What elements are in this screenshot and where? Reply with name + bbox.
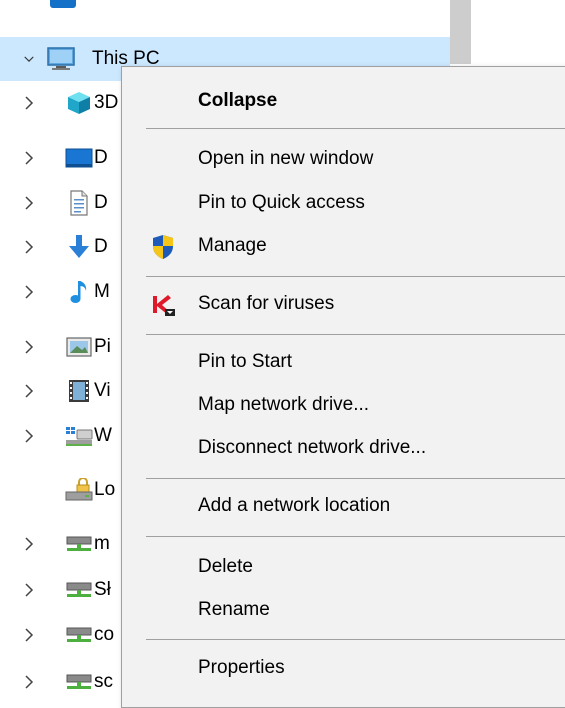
chevron-right-icon[interactable] [24, 95, 34, 111]
chevron-right-icon[interactable] [24, 339, 34, 355]
this-pc-icon [46, 44, 76, 74]
network-drive-icon [64, 421, 94, 451]
tree-item-label: co [94, 624, 115, 645]
pictures-icon [64, 332, 94, 362]
tree-item-label: D [94, 236, 108, 257]
menu-item-label: Scan for viruses [198, 293, 335, 314]
menu-item-delete[interactable]: Delete [122, 545, 565, 589]
desktop-icon [64, 143, 94, 173]
chevron-right-icon[interactable] [24, 239, 34, 255]
menu-item-label: Pin to Start [198, 351, 292, 372]
scrollbar-thumb[interactable] [450, 0, 471, 64]
chevron-right-icon[interactable] [24, 284, 34, 300]
kaspersky-icon [150, 292, 176, 318]
chevron-right-icon[interactable] [24, 627, 34, 643]
menu-item-pin-to-start[interactable]: Pin to Start [122, 340, 565, 384]
menu-separator [146, 478, 565, 479]
menu-item-add-network-location[interactable]: Add a network location [122, 484, 565, 528]
menu-item-label: Pin to Quick access [198, 192, 365, 213]
menu-item-disconnect-network-drive[interactable]: Disconnect network drive... [122, 426, 565, 470]
menu-item-label: Collapse [198, 90, 278, 111]
tree-item-label: W [94, 425, 112, 446]
chevron-right-icon[interactable] [24, 383, 34, 399]
chevron-right-icon[interactable] [24, 150, 34, 166]
downloads-icon [64, 232, 94, 262]
locked-drive-icon [64, 475, 94, 505]
menu-item-label: Map network drive... [198, 394, 370, 415]
menu-item-label: Properties [198, 657, 285, 678]
menu-item-label: Manage [198, 235, 267, 256]
videos-icon [64, 376, 94, 406]
context-menu: Collapse Open in new window Pin to Quick… [121, 66, 565, 708]
menu-item-label: Open in new window [198, 148, 374, 169]
chevron-right-icon[interactable] [24, 428, 34, 444]
menu-item-rename[interactable]: Rename [122, 588, 565, 632]
chevron-right-icon[interactable] [24, 536, 34, 552]
menu-item-properties[interactable]: Properties [122, 646, 565, 690]
menu-separator [146, 276, 565, 277]
tree-item-label: M [94, 281, 110, 302]
previous-tree-item [0, 0, 450, 14]
chevron-down-icon[interactable] [24, 51, 34, 67]
network-share-icon [64, 620, 94, 650]
uac-shield-icon [150, 234, 176, 260]
menu-separator [146, 334, 565, 335]
music-icon [64, 277, 94, 307]
menu-item-label: Disconnect network drive... [198, 437, 427, 458]
menu-item-open-in-new-window[interactable]: Open in new window [122, 137, 565, 181]
tree-item-label: 3D [94, 92, 119, 113]
tree-item-label: m [94, 533, 110, 554]
tree-item-label: sc [94, 671, 113, 692]
menu-item-scan-for-viruses[interactable]: Scan for viruses [122, 282, 565, 326]
tree-item-label: Pi [94, 336, 111, 357]
tree-item-label: D [94, 192, 108, 213]
menu-item-manage[interactable]: Manage [122, 224, 565, 268]
menu-item-label: Rename [198, 599, 270, 620]
tree-item-label: Sł [94, 579, 111, 600]
onedrive-icon [50, 0, 76, 8]
menu-item-label: Delete [198, 556, 253, 577]
menu-separator [146, 536, 565, 537]
tree-item-label: Lo [94, 479, 116, 500]
network-share-icon [64, 529, 94, 559]
tree-item-label: Vi [94, 380, 111, 401]
menu-separator [146, 128, 565, 129]
menu-item-collapse[interactable]: Collapse [122, 79, 565, 123]
menu-item-pin-to-quick-access[interactable]: Pin to Quick access [122, 181, 565, 225]
network-share-icon [64, 575, 94, 605]
menu-item-map-network-drive[interactable]: Map network drive... [122, 383, 565, 427]
tree-item-label: D [94, 147, 108, 168]
network-share-icon [64, 667, 94, 697]
3d-objects-icon [64, 88, 94, 118]
menu-item-label: Add a network location [198, 495, 391, 516]
documents-icon [64, 188, 94, 218]
chevron-right-icon[interactable] [24, 674, 34, 690]
chevron-right-icon[interactable] [24, 195, 34, 211]
menu-separator [146, 639, 565, 640]
chevron-right-icon[interactable] [24, 582, 34, 598]
